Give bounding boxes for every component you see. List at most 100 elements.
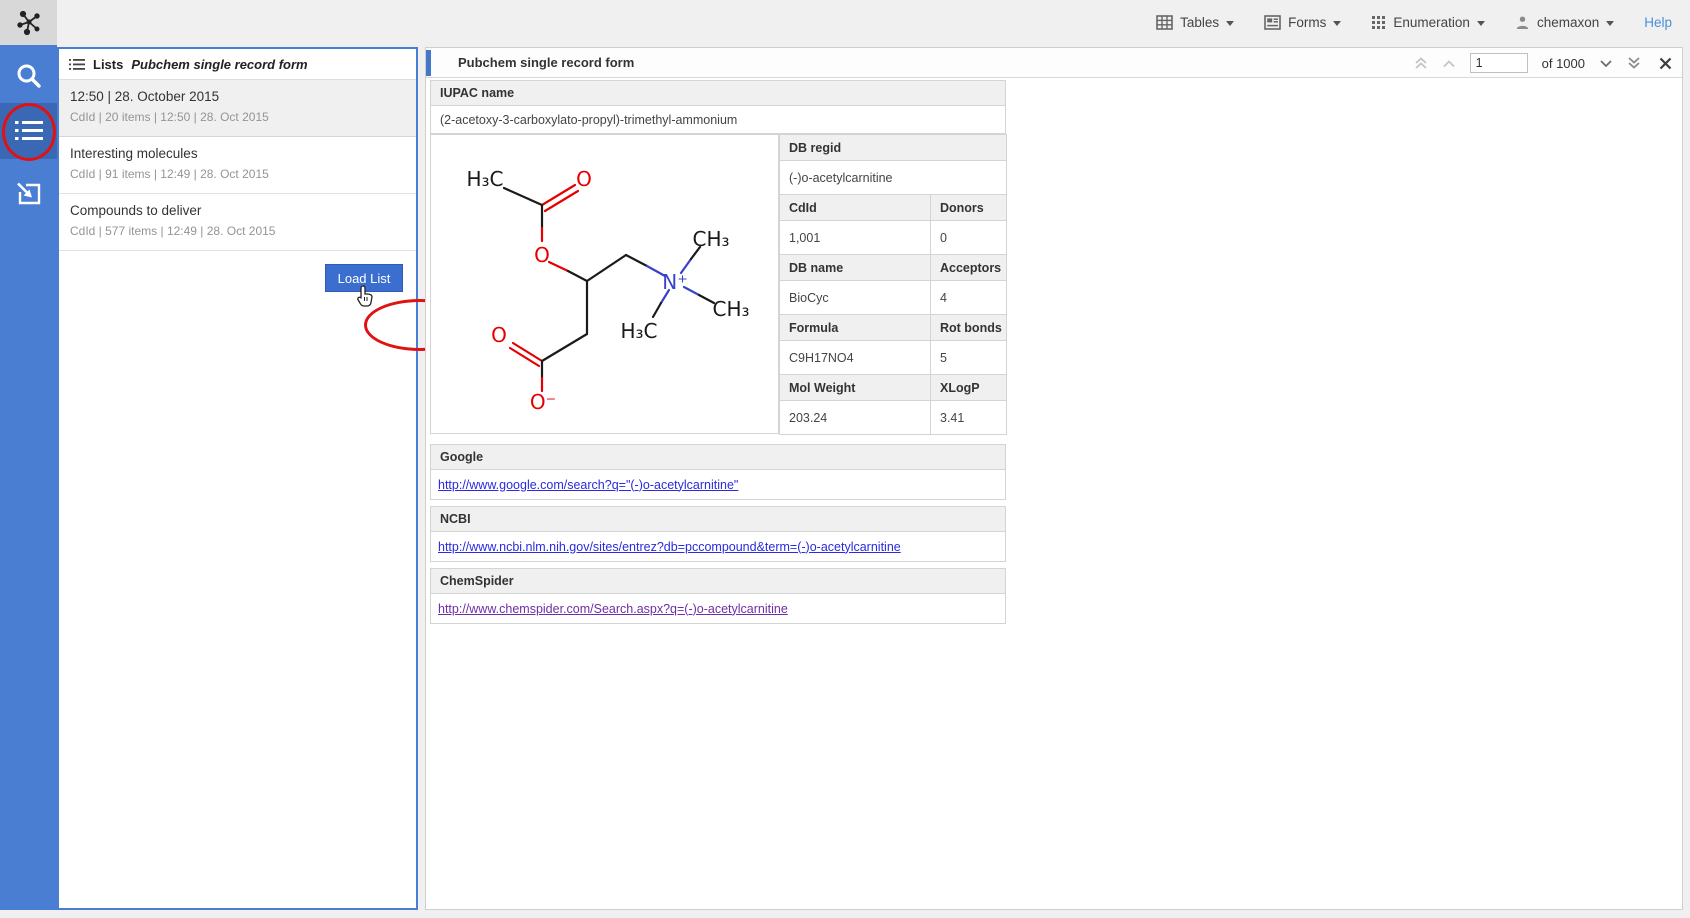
- record-number-input[interactable]: [1470, 53, 1528, 73]
- acceptors-label: Acceptors: [931, 255, 1007, 281]
- formula-value: C9H17NO4: [780, 341, 931, 375]
- sidebar-search-button[interactable]: [0, 49, 57, 103]
- list-icon: [14, 118, 44, 144]
- menu-user[interactable]: chemaxon: [1515, 15, 1614, 30]
- atom-label-nitrogen: N⁺: [662, 270, 688, 294]
- double-chevron-up-icon: [1414, 56, 1428, 70]
- chemspider-label: ChemSpider: [430, 568, 1006, 594]
- chevron-down-icon: [1477, 21, 1485, 26]
- atom-label-oxygen: O⁻: [530, 390, 556, 414]
- atom-label-methyl: CH₃: [692, 227, 729, 251]
- mol-weight-label: Mol Weight: [780, 375, 931, 401]
- tables-icon: [1156, 15, 1173, 30]
- menu-forms[interactable]: Forms: [1264, 15, 1341, 30]
- cdid-label: CdId: [780, 195, 931, 221]
- chevron-down-icon: [1226, 21, 1234, 26]
- menu-user-label: chemaxon: [1537, 15, 1599, 30]
- user-icon: [1515, 15, 1530, 30]
- sidebar-export-button[interactable]: [0, 167, 57, 221]
- donors-value: 0: [931, 221, 1007, 255]
- close-form-button[interactable]: [1659, 57, 1672, 70]
- first-record-button[interactable]: [1414, 56, 1428, 70]
- db-name-label: DB name: [780, 255, 931, 281]
- app-logo[interactable]: [0, 0, 57, 45]
- ncbi-label: NCBI: [430, 506, 1006, 532]
- db-name-value: BioCyc: [780, 281, 931, 315]
- cdid-value: 1,001: [780, 221, 931, 255]
- list-item[interactable]: Interesting molecules CdId | 91 items | …: [59, 137, 416, 194]
- lists-panel-form-name: Pubchem single record form: [131, 57, 307, 72]
- acceptors-value: 4: [931, 281, 1007, 315]
- form-panel-header: Pubchem single record form of 1000: [426, 48, 1682, 78]
- export-arrow-icon: [16, 182, 42, 206]
- list-item-title: Interesting molecules: [70, 146, 405, 161]
- chemspider-link[interactable]: http://www.chemspider.com/Search.aspx?q=…: [438, 602, 788, 616]
- list-item-title: Compounds to deliver: [70, 203, 405, 218]
- top-bar: Tables Forms Enumeration: [0, 0, 1690, 45]
- xlogp-value: 3.41: [931, 401, 1007, 435]
- top-menu-bar: Tables Forms Enumeration: [1156, 0, 1690, 45]
- mol-weight-value: 203.24: [780, 401, 931, 435]
- ncbi-link[interactable]: http://www.ncbi.nlm.nih.gov/sites/entrez…: [438, 540, 901, 554]
- menu-enumeration[interactable]: Enumeration: [1371, 15, 1485, 30]
- atom-label-oxygen: O: [534, 243, 550, 267]
- chemaxon-logo-icon: [16, 10, 42, 36]
- ncbi-link-row: http://www.ncbi.nlm.nih.gov/sites/entrez…: [430, 531, 1006, 562]
- chemspider-link-row: http://www.chemspider.com/Search.aspx?q=…: [430, 593, 1006, 624]
- google-link-row: http://www.google.com/search?q="(-)o-ace…: [430, 469, 1006, 500]
- last-record-button[interactable]: [1627, 56, 1641, 70]
- menu-enumeration-label: Enumeration: [1393, 15, 1470, 30]
- atom-label-methyl: H₃C: [620, 319, 657, 343]
- lists-panel-header: Lists Pubchem single record form: [59, 49, 416, 80]
- list-item-subtitle: CdId | 577 items | 12:49 | 28. Oct 2015: [70, 224, 405, 238]
- chevron-down-icon: [1599, 59, 1613, 68]
- list-item-title: 12:50 | 28. October 2015: [70, 89, 405, 104]
- menu-tables-label: Tables: [1180, 15, 1219, 30]
- forms-icon: [1264, 15, 1281, 30]
- structure-viewer[interactable]: H₃C O O N⁺ CH₃ CH₃ H₃C O O⁻: [430, 134, 779, 434]
- left-sidebar: [0, 45, 57, 910]
- load-list-button[interactable]: Load List: [325, 264, 403, 292]
- donors-label: Donors: [931, 195, 1007, 221]
- chevron-up-icon: [1442, 59, 1456, 68]
- google-label: Google: [430, 444, 1006, 470]
- list-item-subtitle: CdId | 91 items | 12:49 | 28. Oct 2015: [70, 167, 405, 181]
- sidebar-lists-button[interactable]: [0, 103, 57, 159]
- list-item-subtitle: CdId | 20 items | 12:50 | 28. Oct 2015: [70, 110, 405, 124]
- help-link[interactable]: Help: [1644, 15, 1672, 30]
- iupac-name-value: (2-acetoxy-3-carboxylato-propyl)-trimeth…: [430, 105, 1006, 134]
- xlogp-label: XLogP: [931, 375, 1007, 401]
- menu-tables[interactable]: Tables: [1156, 15, 1234, 30]
- form-panel: Pubchem single record form of 1000: [425, 47, 1683, 910]
- lists-panel-title: Lists: [93, 57, 123, 72]
- atom-label-oxygen: O: [491, 323, 507, 347]
- chevron-down-icon: [1333, 21, 1341, 26]
- property-table: DB regid (-)o-acetylcarnitine CdId Donor…: [779, 134, 1007, 435]
- panel-accent-bar: [426, 50, 431, 76]
- db-regid-label: DB regid: [780, 135, 1007, 161]
- molecule-structure: H₃C O O N⁺ CH₃ CH₃ H₃C O O⁻: [431, 135, 778, 433]
- list-icon: [69, 58, 85, 71]
- next-record-button[interactable]: [1599, 59, 1613, 68]
- menu-forms-label: Forms: [1288, 15, 1326, 30]
- db-regid-value: (-)o-acetylcarnitine: [780, 161, 1007, 195]
- google-link[interactable]: http://www.google.com/search?q="(-)o-ace…: [438, 478, 738, 492]
- atom-label-methyl: CH₃: [712, 297, 749, 321]
- formula-label: Formula: [780, 315, 931, 341]
- search-icon: [14, 61, 44, 91]
- atom-label-oxygen: O: [576, 167, 592, 191]
- list-item[interactable]: Compounds to deliver CdId | 577 items | …: [59, 194, 416, 251]
- form-panel-title: Pubchem single record form: [458, 48, 634, 78]
- chevron-down-icon: [1606, 21, 1614, 26]
- double-chevron-down-icon: [1627, 56, 1641, 70]
- enumeration-icon: [1371, 15, 1386, 30]
- record-pager: of 1000: [1414, 48, 1672, 78]
- record-total-label: of 1000: [1542, 56, 1585, 71]
- rot-bonds-value: 5: [931, 341, 1007, 375]
- iupac-name-label: IUPAC name: [430, 80, 1006, 106]
- list-item[interactable]: 12:50 | 28. October 2015 CdId | 20 items…: [59, 80, 416, 137]
- lists-panel: Lists Pubchem single record form 12:50 |…: [57, 47, 418, 910]
- previous-record-button[interactable]: [1442, 59, 1456, 68]
- atom-label-methyl: H₃C: [466, 167, 503, 191]
- rot-bonds-label: Rot bonds: [931, 315, 1007, 341]
